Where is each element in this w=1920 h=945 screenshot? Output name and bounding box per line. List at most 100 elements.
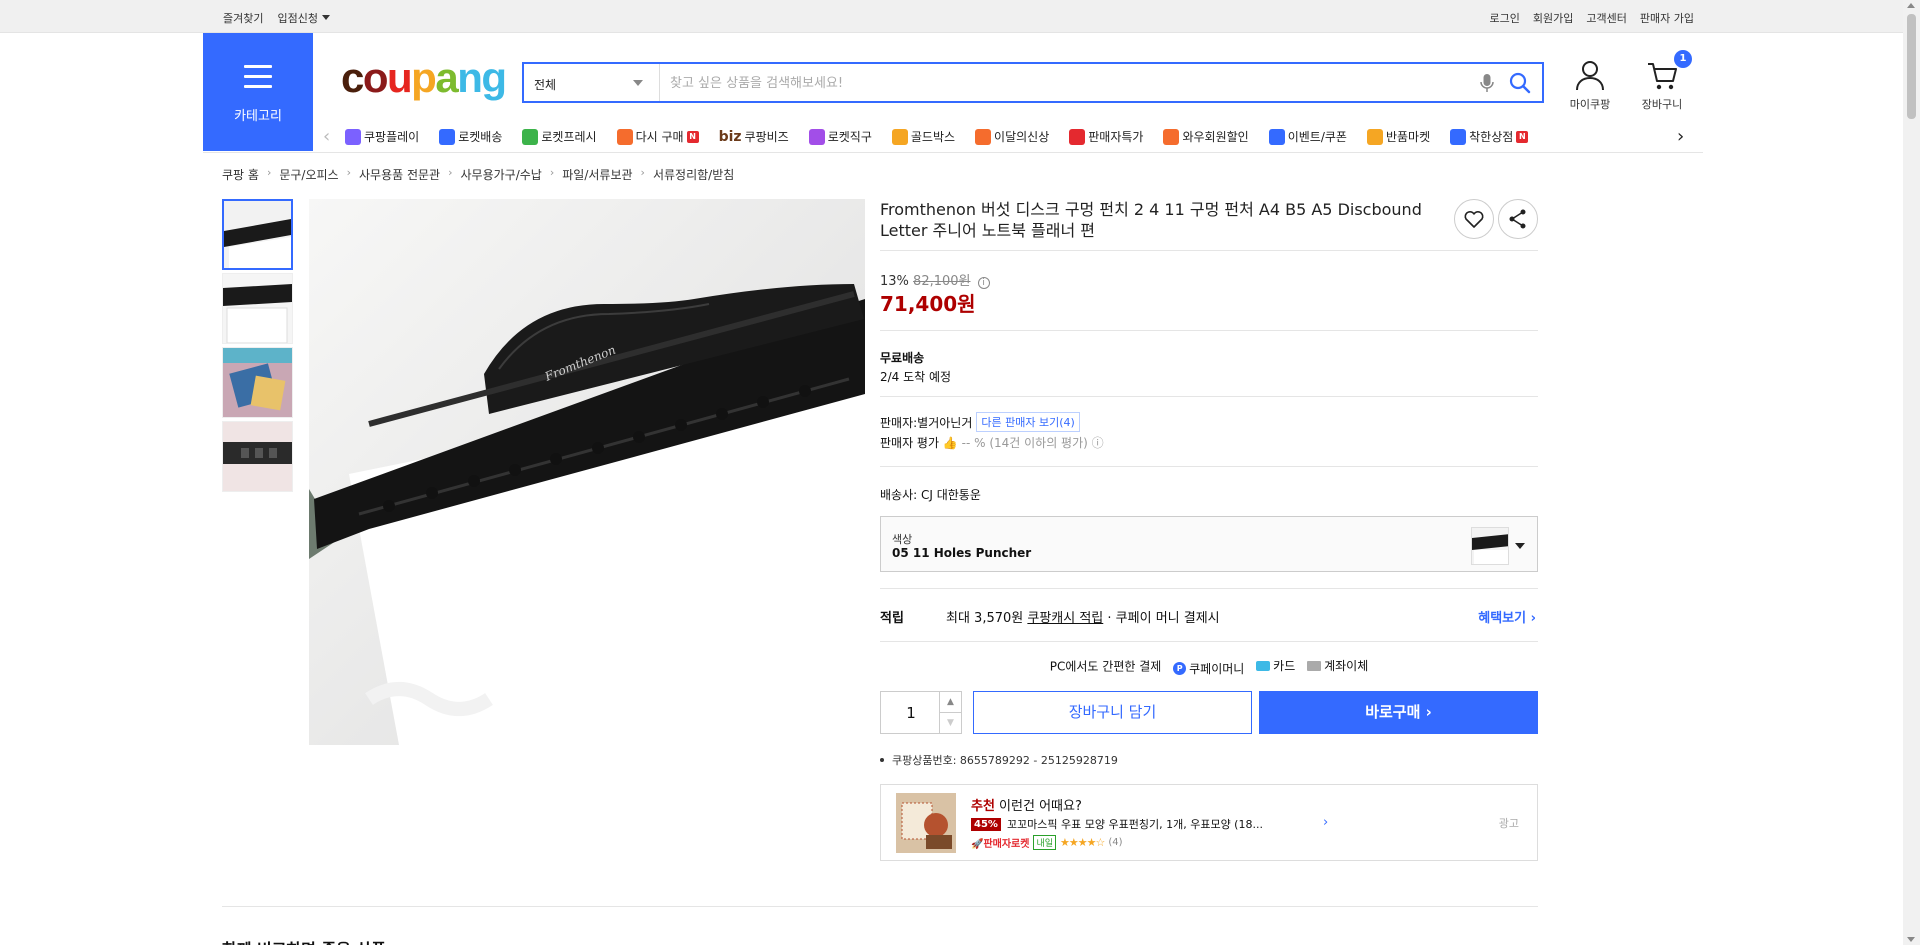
user-icon <box>1576 61 1604 91</box>
chevron-right-icon[interactable]: › <box>1323 815 1328 830</box>
breadcrumb-item[interactable]: 서류정리함/받침 <box>653 166 734 183</box>
nav-item-label: 착한상점 <box>1469 130 1514 144</box>
bank-icon <box>1307 660 1322 671</box>
biz-icon: biz <box>718 128 742 145</box>
seller-rocket-badge: 🚀판매자로켓 <box>971 839 1030 850</box>
chevron-left-icon[interactable]: ‹ <box>323 126 330 147</box>
recommendation-name: 꼬꼬마스픽 우표 모양 우표펀칭기, 1개, 우표모양 (18... <box>1006 818 1263 831</box>
quantity-increase-button[interactable]: ▲ <box>939 692 961 713</box>
buy-now-button[interactable]: 바로구매 › <box>1259 691 1538 734</box>
nav-item-label: 로켓직구 <box>827 130 872 144</box>
wow-icon <box>1163 128 1180 145</box>
category-button[interactable]: 카테고리 <box>203 33 313 151</box>
chevron-right-icon[interactable]: › <box>1677 126 1684 147</box>
search-icon[interactable] <box>1508 71 1532 95</box>
option-select[interactable]: 색상 05 11 Holes Puncher <box>880 516 1538 572</box>
return-market-icon <box>1366 128 1383 145</box>
scrollbar-thumb[interactable] <box>1907 14 1916 119</box>
quantity-stepper[interactable]: 1 ▲ ▼ <box>880 691 962 734</box>
divider <box>880 588 1538 589</box>
add-to-cart-button[interactable]: 장바구니 담기 <box>973 691 1252 734</box>
recommendation-card[interactable]: 추천 이런건 어때요? 45% 꼬꼬마스픽 우표 모양 우표펀칭기, 1개, 우… <box>880 784 1538 861</box>
nav-item[interactable]: 골드박스 <box>891 128 955 145</box>
info-icon[interactable]: i <box>977 277 990 289</box>
payment-methods: PC에서도 간편한 결제 P 쿠페이머니 카드 계좌이체 <box>1049 659 1369 676</box>
wishlist-button[interactable] <box>1454 199 1494 239</box>
nav-item[interactable]: 로켓직구 <box>808 128 872 145</box>
page-scrollbar[interactable] <box>1903 0 1920 945</box>
divider <box>222 906 1538 907</box>
nav-item[interactable]: 로켓배송 <box>439 128 502 145</box>
hamburger-icon <box>244 65 272 95</box>
breadcrumb-item[interactable]: 파일/서류보관 <box>562 166 632 183</box>
recommendation-meta: 🚀판매자로켓 내일 ★★★★☆ (4) <box>971 835 1123 850</box>
seller-signup-link[interactable]: 판매자 가입 <box>1640 10 1694 26</box>
nav-item[interactable]: 판매자특가 <box>1069 128 1143 145</box>
seller-name[interactable]: 별거아닌거 <box>917 414 972 431</box>
nav-item-label: 로켓프레시 <box>541 130 597 144</box>
nav-item[interactable]: 다시 구매 N <box>616 128 699 145</box>
product-thumbnail[interactable] <box>222 273 293 344</box>
breadcrumb-item[interactable]: 사무용가구/수납 <box>461 166 542 183</box>
nav-item-label: 쿠팡비즈 <box>744 130 789 144</box>
divider <box>880 250 1538 251</box>
cart-button[interactable]: 1 장바구니 <box>1634 50 1692 112</box>
mycoupang-button[interactable]: 마이쿠팡 <box>1562 60 1618 112</box>
nav-item[interactable]: 쿠팡플레이 <box>345 128 419 145</box>
quantity-decrease-button[interactable]: ▼ <box>939 713 961 734</box>
product-thumbnail[interactable] <box>222 199 293 270</box>
cash-reward-link[interactable]: 쿠팡캐시 적립 <box>1027 611 1103 626</box>
nav-item[interactable]: 착한상점 N <box>1450 128 1529 145</box>
recommendation-image <box>896 793 956 853</box>
nav-item[interactable]: 반품마켓 <box>1366 128 1431 145</box>
delivery-badge: 내일 <box>1033 835 1057 850</box>
ad-label: 광고 <box>1498 817 1519 830</box>
reward-text: 최대 3,570원 쿠팡캐시 적립 · 쿠페이 머니 결제시 <box>946 611 1220 626</box>
product-info: Fromthenon 버섯 디스크 구멍 펀치 2 4 11 구멍 펀처 A4 … <box>880 199 1538 241</box>
caret-down-icon <box>633 80 643 86</box>
nav-item[interactable]: 이벤트/쿠폰 <box>1268 128 1347 145</box>
share-button[interactable] <box>1498 199 1538 239</box>
option-value: 05 11 Holes Puncher <box>892 546 1032 560</box>
breadcrumb-item[interactable]: 사무용품 전문관 <box>359 166 440 183</box>
signup-link[interactable]: 회원가입 <box>1533 10 1573 26</box>
benefit-link[interactable]: 혜택보기 › <box>1478 607 1536 626</box>
seller-rating: 판매자 평가 👍 -- % (14건 이하의 평가) ⓘ <box>880 434 1104 451</box>
breadcrumb-item[interactable]: 문구/오피스 <box>279 166 338 183</box>
scroll-down-icon[interactable] <box>1907 937 1915 942</box>
quantity-value[interactable]: 1 <box>881 704 941 722</box>
customer-center-link[interactable]: 고객센터 <box>1586 10 1626 26</box>
microphone-icon[interactable] <box>1478 73 1496 93</box>
option-key: 색상 <box>892 533 913 546</box>
other-sellers-button[interactable]: 다른 판매자 보기(4) <box>976 412 1080 432</box>
breadcrumb-item[interactable]: 쿠팡 홈 <box>222 166 259 183</box>
product-main-image[interactable]: Fromthenon <box>309 199 865 745</box>
nav-item[interactable]: 로켓프레시 <box>522 128 597 145</box>
login-link[interactable]: 로그인 <box>1490 10 1520 26</box>
nav-item-label: 반품마켓 <box>1385 130 1431 144</box>
seller-rating-label: 판매자 평가 <box>880 436 940 450</box>
nav-item-label: 이벤트/쿠폰 <box>1287 130 1347 144</box>
seller-apply-menu[interactable]: 입점신청 <box>277 10 330 26</box>
search-category-value: 전체 <box>534 78 557 92</box>
discount-rate: 13% <box>880 274 909 289</box>
search-category-select[interactable]: 전체 <box>524 64 660 101</box>
nav-item[interactable]: 와우회원할인 <box>1163 128 1249 145</box>
search-input[interactable] <box>670 72 1450 94</box>
bookmark-link[interactable]: 즐겨찾기 <box>223 10 263 26</box>
nav-item[interactable]: biz 쿠팡비즈 <box>719 128 789 145</box>
product-title: Fromthenon 버섯 디스크 구멍 펀치 2 4 11 구멍 펀처 A4 … <box>880 200 1422 240</box>
divider <box>880 396 1538 397</box>
product-thumbnail[interactable] <box>222 347 293 418</box>
seller-rating-value: -- % (14건 이하의 평가) <box>961 436 1088 450</box>
coupang-logo[interactable]: coupang <box>341 57 507 99</box>
info-icon[interactable]: ⓘ <box>1092 436 1104 450</box>
breadcrumb: 쿠팡 홈 › 문구/오피스 › 사무용품 전문관 › 사무용가구/수납 › 파일/서류보… <box>222 166 735 183</box>
nav-item-label: 다시 구매 <box>635 130 684 144</box>
rebuy-icon <box>616 128 633 145</box>
caret-down-icon <box>1515 543 1525 549</box>
product-thumbnail[interactable] <box>222 421 293 492</box>
scroll-up-icon[interactable] <box>1907 3 1915 8</box>
nav-item-label: 판매자특가 <box>1088 130 1144 144</box>
nav-item[interactable]: 이달의신상 <box>975 128 1049 145</box>
